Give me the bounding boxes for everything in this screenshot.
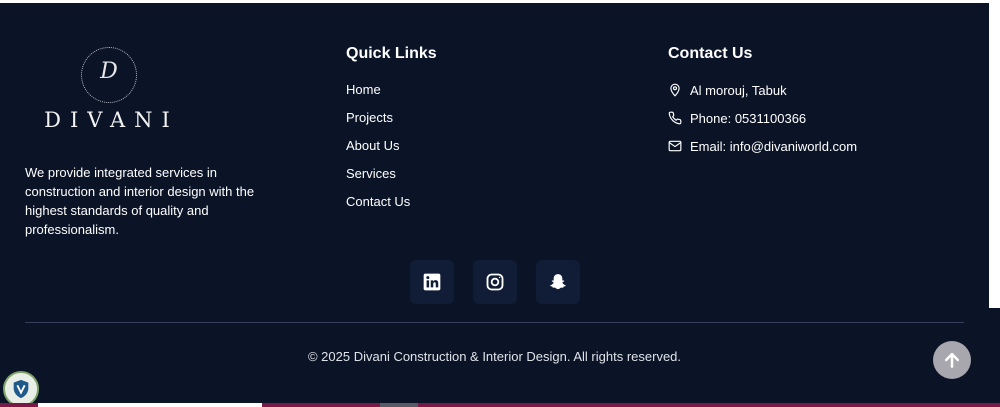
quick-link-projects[interactable]: Projects — [346, 109, 410, 137]
quick-links-title: Quick Links — [346, 45, 437, 62]
divani-logo[interactable]: D DIVANI — [39, 45, 184, 135]
contact-phone-text: Phone: 0531100366 — [690, 110, 807, 126]
logo-wordmark: DIVANI — [44, 108, 179, 132]
phone-icon — [668, 111, 682, 125]
brand-description: We provide integrated services in constr… — [25, 165, 255, 237]
contact-phone[interactable]: Phone: 0531100366 — [668, 109, 806, 127]
contact-location-text: Al morouj, Tabuk — [690, 82, 787, 98]
contact-email-text: Email: info@divaniworld.com — [690, 138, 858, 154]
quick-link-home[interactable]: Home — [346, 81, 410, 109]
mail-icon — [668, 140, 682, 152]
snapchat-button[interactable] — [536, 260, 580, 304]
linkedin-icon — [423, 273, 441, 291]
instagram-icon — [486, 273, 504, 291]
snapchat-icon — [550, 274, 566, 290]
arrow-up-icon — [944, 352, 960, 368]
quick-link-services[interactable]: Services — [346, 165, 410, 193]
contact-email[interactable]: Email: info@divaniworld.com — [668, 137, 857, 155]
quick-link-contact-us[interactable]: Contact Us — [346, 193, 410, 221]
instagram-button[interactable] — [473, 260, 517, 304]
scroll-to-top-button[interactable] — [933, 341, 971, 379]
linkedin-button[interactable] — [410, 260, 454, 304]
site-footer: D DIVANI We provide integrated services … — [0, 3, 989, 407]
floating-widget[interactable] — [3, 371, 39, 407]
page-edge — [989, 0, 1000, 407]
browser-bottom-strip — [0, 403, 1000, 407]
map-pin-icon — [670, 83, 680, 97]
contact-location: Al morouj, Tabuk — [668, 81, 787, 99]
quick-links-list: Home Projects About Us Services Contact … — [346, 81, 410, 221]
shield-logo-icon — [13, 379, 29, 399]
footer-divider — [25, 322, 964, 323]
logo-monogram: D — [100, 59, 118, 84]
contact-title: Contact Us — [668, 45, 753, 62]
quick-link-about-us[interactable]: About Us — [346, 137, 410, 165]
copyright-text: © 2025 Divani Construction & Interior De… — [307, 349, 682, 364]
